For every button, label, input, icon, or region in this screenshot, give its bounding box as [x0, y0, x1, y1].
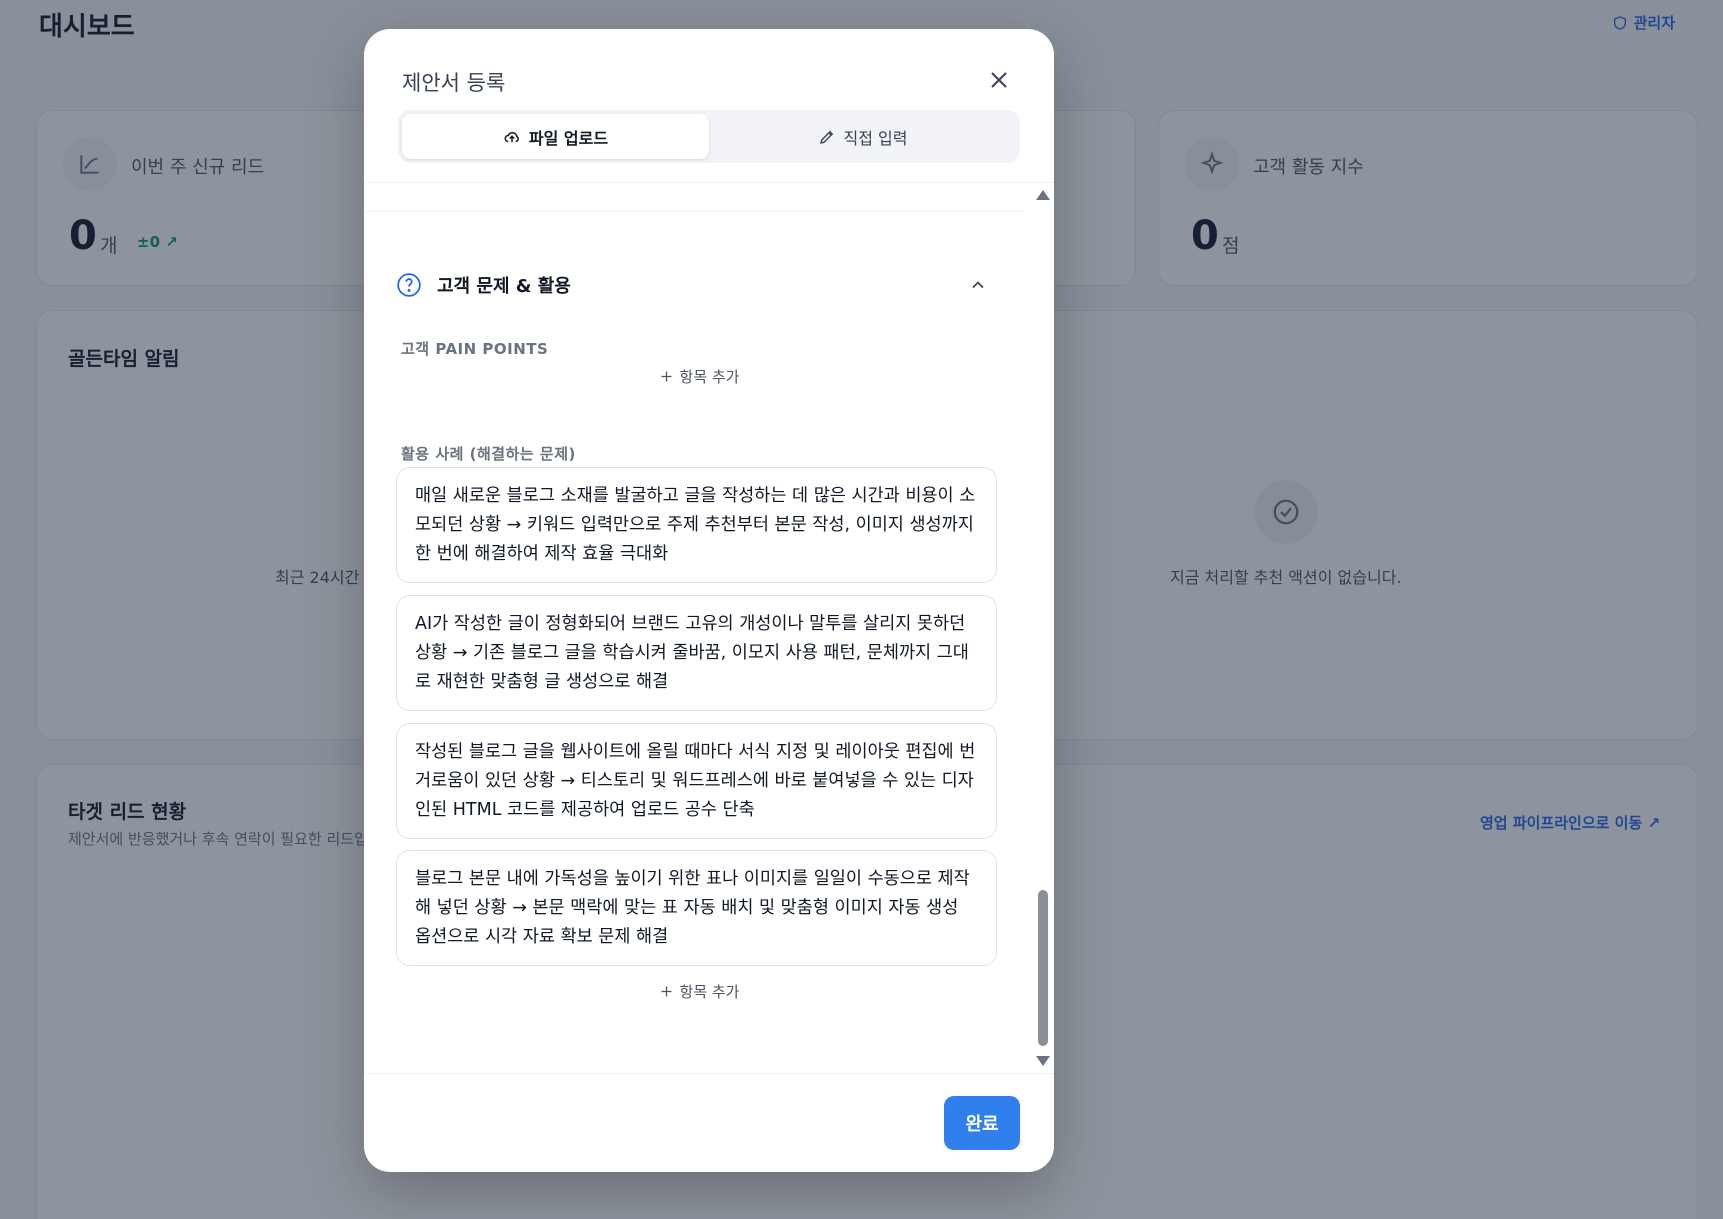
use-case-item[interactable]: 작성된 블로그 글을 웹사이트에 올릴 때마다 서식 지정 및 레이아웃 편집에…	[396, 723, 997, 839]
tab-label: 직접 입력	[843, 128, 908, 148]
add-pain-point-button[interactable]: 항목 추가	[364, 366, 1034, 387]
cloud-upload-icon	[504, 131, 519, 142]
proposal-register-modal: 제안서 등록 파일 업로드 직접 입력 고객 문제 & 활용 고객 PAIN P…	[364, 29, 1054, 1172]
close-button[interactable]	[984, 65, 1014, 95]
done-button[interactable]: 완료	[944, 1096, 1020, 1150]
tab-file-upload[interactable]: 파일 업로드	[402, 114, 709, 159]
tab-label: 파일 업로드	[528, 128, 609, 148]
modal-title: 제안서 등록	[402, 71, 506, 95]
input-mode-tabs: 파일 업로드 직접 입력	[398, 110, 1020, 163]
tab-direct-input[interactable]: 직접 입력	[709, 114, 1016, 159]
question-circle-icon	[397, 273, 421, 297]
use-case-item[interactable]: 블로그 본문 내에 가독성을 높이기 위한 표나 이미지를 일일이 수동으로 제…	[396, 850, 997, 966]
scroll-up-arrow[interactable]	[1036, 190, 1050, 200]
close-icon	[991, 72, 1007, 88]
use-case-item[interactable]: 매일 새로운 블로그 소재를 발굴하고 글을 작성하는 데 많은 시간과 비용이…	[396, 467, 997, 583]
use-case-item[interactable]: AI가 작성한 글이 정형화되어 브랜드 고유의 개성이나 말투를 살리지 못하…	[396, 595, 997, 711]
pencil-icon	[819, 130, 833, 144]
accordion-title: 고객 문제 & 활용	[437, 276, 571, 297]
divider	[364, 1073, 1054, 1074]
add-item-label: 항목 추가	[679, 368, 740, 386]
pain-points-label: 고객 PAIN POINTS	[401, 340, 549, 358]
use-cases-label: 활용 사례 (해결하는 문제)	[401, 445, 576, 463]
accordion-customer-problems[interactable]: 고객 문제 & 활용	[396, 265, 1006, 305]
scroll-down-arrow[interactable]	[1036, 1056, 1050, 1066]
plus-icon	[661, 371, 672, 382]
add-item-label: 항목 추가	[679, 983, 740, 1001]
add-use-case-button[interactable]: 항목 추가	[364, 981, 1034, 1002]
chevron-up-icon	[972, 281, 984, 289]
plus-icon	[661, 986, 672, 997]
scrollbar-thumb[interactable]	[1038, 890, 1048, 1046]
